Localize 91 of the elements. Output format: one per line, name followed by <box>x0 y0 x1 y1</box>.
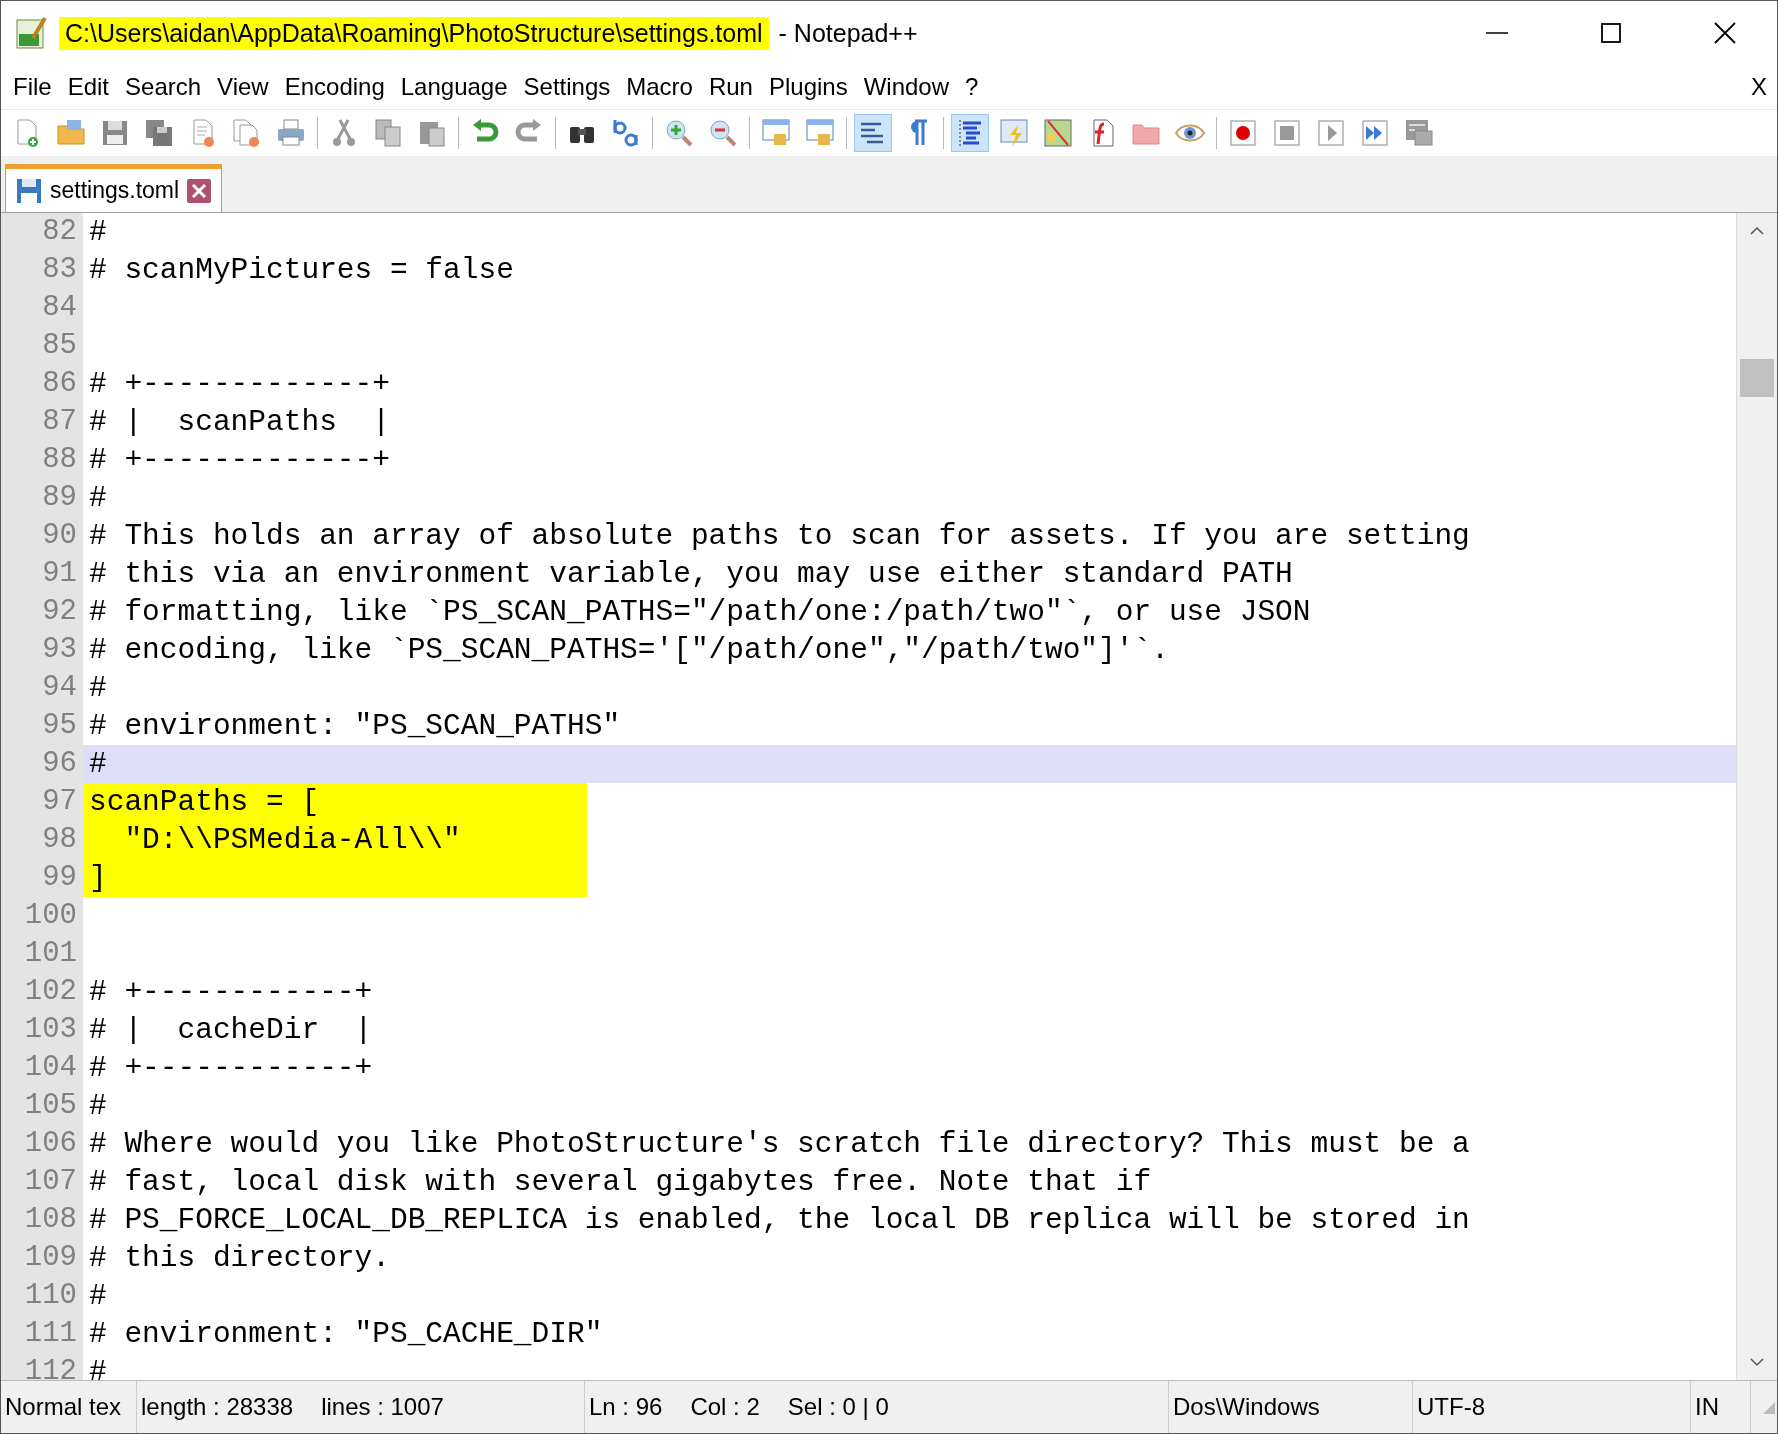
line-number: 98 <box>1 821 83 859</box>
menu-item[interactable]: Run <box>700 69 761 105</box>
line-ending: Dos\Windows <box>1173 1393 1320 1421</box>
scrollbar-thumb[interactable] <box>1740 359 1774 397</box>
window-title: C:\Users\aidan\AppData\Roaming\PhotoStructure\settings.toml <box>59 16 769 50</box>
line-number: 104 <box>1 1049 83 1087</box>
line-number: 94 <box>1 669 83 707</box>
code-line: # <box>88 214 107 251</box>
line-number: 101 <box>1 935 83 973</box>
close-icon <box>1714 22 1736 44</box>
app-name: - Notepad++ <box>778 18 918 48</box>
line-number: 95 <box>1 707 83 745</box>
line-number: 102 <box>1 973 83 1011</box>
code-line: # PS_FORCE_LOCAL_DB_REPLICA is enabled, the local DB replica will be stored in <box>88 1202 1470 1239</box>
word-wrap-icon[interactable] <box>855 115 891 151</box>
code-line: # this directory. <box>88 1240 390 1277</box>
insert-mode: IN <box>1695 1393 1719 1421</box>
line-number: 91 <box>1 555 83 593</box>
line-number: 90 <box>1 517 83 555</box>
line-number: 100 <box>1 897 83 935</box>
code-line: # environment: "PS_CACHE_DIR" <box>88 1316 603 1353</box>
menu-item[interactable]: Encoding <box>276 69 393 105</box>
encoding: UTF-8 <box>1417 1393 1485 1421</box>
line-number: 110 <box>1 1277 83 1315</box>
code-line: # this via an environment variable, you may use either standard PATH <box>88 556 1293 593</box>
code-line: # +------------+ <box>88 974 373 1011</box>
menu-item[interactable]: ? <box>957 69 987 105</box>
line-number: 97 <box>1 783 83 821</box>
line-number: 96 <box>1 745 83 783</box>
lines-count: lines : 1007 <box>321 1393 444 1421</box>
file-type: Normal tex <box>5 1393 122 1421</box>
code-line: # environment: "PS_SCAN_PATHS" <box>88 708 621 745</box>
line-number: 84 <box>1 289 83 327</box>
line-number: 85 <box>1 327 83 365</box>
line-number: 86 <box>1 365 83 403</box>
tab-label: settings.toml <box>50 177 180 204</box>
column-position: Col : 2 <box>690 1393 760 1421</box>
line-number: 88 <box>1 441 83 479</box>
menu-item[interactable]: View <box>209 69 277 105</box>
line-number: 89 <box>1 479 83 517</box>
app-icon <box>15 16 49 50</box>
line-number: 108 <box>1 1201 83 1239</box>
menu-item[interactable]: Settings <box>515 69 619 105</box>
line-number: 105 <box>1 1087 83 1125</box>
code-line: # encoding, like `PS_SCAN_PATHS='["/path/one","/path/two"]'`. <box>88 632 1169 669</box>
length-count: length : 28338 <box>141 1393 294 1421</box>
menu-item[interactable]: Edit <box>59 69 118 105</box>
menu-item[interactable]: Macro <box>618 69 701 105</box>
menu-item[interactable]: Search <box>117 69 210 105</box>
line-number: 112 <box>1 1353 83 1380</box>
code-line: # <box>88 1354 107 1380</box>
line-position: Ln : 96 <box>589 1393 663 1421</box>
code-line: # scanMyPictures = false <box>88 252 514 289</box>
close-document-button[interactable]: X <box>1745 72 1773 102</box>
code-line: # +-------------+ <box>88 442 390 479</box>
indent-guide-icon[interactable] <box>952 115 988 151</box>
code-line: # formatting, like `PS_SCAN_PATHS="/path/one:/path/two"`, or use JSON <box>88 594 1311 631</box>
code-line: # <box>88 1088 107 1125</box>
code-line: # | cacheDir | <box>88 1012 373 1049</box>
minimize-icon <box>1486 32 1508 34</box>
line-number: 106 <box>1 1125 83 1163</box>
menu-item[interactable]: Window <box>855 69 958 105</box>
code-line: # fast, local disk with several gigabytes free. Note that if <box>88 1164 1152 1201</box>
code-line: # <box>88 670 107 707</box>
maximize-icon <box>1600 22 1622 44</box>
line-number: 92 <box>1 593 83 631</box>
code-line: # <box>88 746 107 783</box>
code-line: # +------------+ <box>88 1050 373 1087</box>
line-number: 107 <box>1 1163 83 1201</box>
line-number: 82 <box>1 213 83 251</box>
save-icon <box>16 177 42 204</box>
code-line: # +-------------+ <box>88 366 390 403</box>
code-line: # <box>88 1278 107 1315</box>
line-number: 87 <box>1 403 83 441</box>
selection-info: Sel : 0 | 0 <box>787 1393 889 1421</box>
menu-item[interactable]: File <box>5 69 60 105</box>
scrollbar[interactable] <box>1736 213 1777 1380</box>
line-number: 83 <box>1 251 83 289</box>
code-line: # <box>88 480 107 517</box>
code-line: # | scanPaths | <box>88 404 390 441</box>
file-tab[interactable]: settings.toml <box>5 164 223 212</box>
line-number: 103 <box>1 1011 83 1049</box>
line-number: 99 <box>1 859 83 897</box>
code-line: # Where would you like PhotoStructure's scratch file directory? This must be a <box>88 1126 1470 1163</box>
line-number: 93 <box>1 631 83 669</box>
line-number: 109 <box>1 1239 83 1277</box>
menu-item[interactable]: Plugins <box>760 69 856 105</box>
code-line: # This holds an array of absolute paths to scan for assets. If you are setting <box>88 518 1470 555</box>
close-tab-icon[interactable] <box>187 178 212 203</box>
menu-item[interactable]: Language <box>392 69 516 105</box>
line-number: 111 <box>1 1315 83 1353</box>
